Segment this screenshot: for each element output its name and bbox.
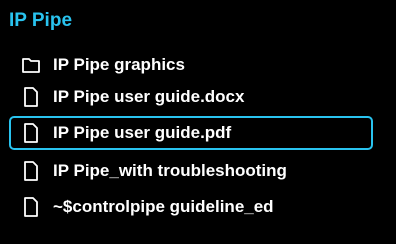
file-icon	[24, 123, 38, 143]
file-icon	[24, 161, 38, 181]
list-item-file[interactable]: ~$controlpipe guideline_ed	[9, 190, 373, 224]
list-item-file-selected[interactable]: IP Pipe user guide.pdf	[9, 116, 373, 150]
item-label: ~$controlpipe guideline_ed	[53, 197, 274, 216]
list-item-file[interactable]: IP Pipe user guide.docx	[9, 80, 373, 114]
list-item-folder[interactable]: IP Pipe graphics	[9, 48, 373, 82]
folder-title: IP Pipe	[9, 10, 73, 31]
folder-icon	[22, 58, 40, 73]
item-label: IP Pipe user guide.pdf	[53, 123, 232, 142]
file-icon	[24, 197, 38, 217]
list-item-file[interactable]: IP Pipe_with troubleshooting	[9, 154, 373, 188]
item-label: IP Pipe graphics	[53, 55, 185, 74]
item-label: IP Pipe user guide.docx	[53, 87, 245, 106]
file-icon	[24, 87, 38, 107]
item-label: IP Pipe_with troubleshooting	[53, 161, 287, 180]
